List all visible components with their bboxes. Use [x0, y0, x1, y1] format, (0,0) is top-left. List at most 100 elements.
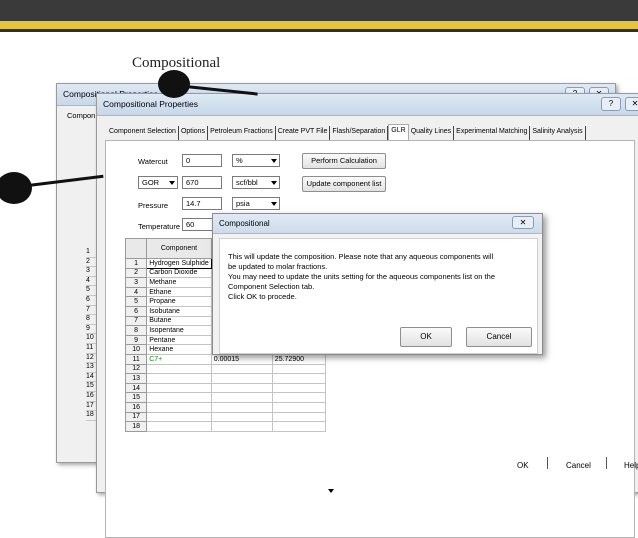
- value-cell[interactable]: [271, 382, 327, 394]
- tab-create-pvt-file[interactable]: Create PVT File: [276, 126, 331, 140]
- fraction-cell[interactable]: [210, 392, 273, 403]
- help-footer-button[interactable]: Help: [624, 461, 638, 470]
- component-name-cell[interactable]: [146, 373, 212, 384]
- row-number-cell: 3: [124, 277, 148, 288]
- window-title: Compositional Properties: [103, 99, 198, 109]
- component-name-cell[interactable]: Hexane: [146, 344, 212, 355]
- component-name-cell[interactable]: Propane: [146, 296, 212, 307]
- gor-unit-select[interactable]: scf/bbl: [232, 176, 280, 189]
- value-cell[interactable]: [271, 363, 327, 375]
- tab-quality-lines[interactable]: Quality Lines: [409, 126, 455, 140]
- tab-component-selection[interactable]: Component Selection: [107, 126, 179, 140]
- dialog-message-line: You may need to update the units setting…: [228, 272, 495, 281]
- tab-salinity-analysis[interactable]: Salinity Analysis: [530, 126, 586, 140]
- value-cell[interactable]: [271, 373, 327, 384]
- pressure-unit-select[interactable]: psia: [232, 197, 280, 210]
- component-name-cell[interactable]: Ethane: [146, 286, 212, 298]
- tab-flash-separation[interactable]: Flash/Separation: [330, 126, 389, 140]
- table-row[interactable]: 14: [124, 382, 327, 394]
- row-number-cell: 17: [124, 411, 148, 423]
- row-number-cell: 9: [124, 334, 148, 346]
- component-name-cell[interactable]: [146, 363, 212, 375]
- component-header: Component: [146, 238, 212, 259]
- row-number-cell: 12: [124, 363, 148, 375]
- perform-calculation-button[interactable]: Perform Calculation: [302, 153, 386, 169]
- fraction-cell[interactable]: [210, 363, 273, 375]
- dialog-ok-button[interactable]: OK: [400, 327, 452, 347]
- fraction-cell[interactable]: [210, 373, 273, 384]
- pressure-input[interactable]: 14.7: [182, 197, 222, 210]
- fraction-cell[interactable]: [210, 382, 273, 394]
- watercut-unit-select[interactable]: %: [232, 154, 280, 167]
- chevron-down-icon: [271, 202, 277, 206]
- dialog-title: Compositional: [219, 219, 270, 228]
- dialog-titlebar: Compositional ✕: [213, 214, 542, 234]
- fraction-cell[interactable]: [210, 401, 273, 413]
- fraction-cell[interactable]: [210, 421, 273, 432]
- callout-dot-left: [0, 172, 32, 204]
- table-row[interactable]: 18: [124, 421, 327, 432]
- cancel-button[interactable]: Cancel: [566, 461, 591, 470]
- table-row[interactable]: 17: [124, 411, 327, 423]
- table-row[interactable]: 13: [124, 373, 327, 384]
- value-cell[interactable]: [271, 421, 327, 432]
- table-row[interactable]: 12: [124, 363, 327, 375]
- gor-type-select[interactable]: GOR: [138, 176, 178, 189]
- value-cell[interactable]: [271, 401, 327, 413]
- fraction-cell[interactable]: 0.00015: [210, 353, 273, 365]
- row-number-cell: 4: [124, 286, 148, 298]
- row-number-cell: 6: [124, 305, 148, 317]
- component-name-cell[interactable]: Isopentane: [146, 325, 212, 336]
- table-scroll-down-icon[interactable]: [328, 489, 334, 493]
- component-name-cell[interactable]: [146, 382, 212, 394]
- table-row[interactable]: 15: [124, 392, 327, 403]
- component-name-cell[interactable]: Methane: [146, 277, 212, 288]
- dialog-close-button[interactable]: ✕: [512, 216, 534, 229]
- watercut-input[interactable]: 0: [182, 154, 222, 167]
- tab-bar: Component Selection Options Petroleum Frac…: [107, 124, 586, 140]
- row-number-cell: 2: [124, 267, 148, 279]
- component-name-cell[interactable]: [146, 411, 212, 423]
- tab-petroleum-fractions[interactable]: Petroleum Fractions: [208, 126, 276, 140]
- chevron-down-icon: [271, 159, 277, 163]
- tab-experimental-matching[interactable]: Experimental Matching: [454, 126, 531, 140]
- tab-options[interactable]: Options: [179, 126, 209, 140]
- update-component-list-button[interactable]: Update component list: [302, 176, 386, 192]
- component-name-cell[interactable]: Isobutane: [146, 305, 212, 317]
- value-cell[interactable]: [271, 411, 327, 423]
- table-row[interactable]: 11 C7+ 0.00015 25.72900: [124, 353, 327, 365]
- value-cell[interactable]: 25.72900: [271, 353, 327, 365]
- dialog-cancel-button[interactable]: Cancel: [466, 327, 532, 347]
- footer-divider: [606, 457, 607, 469]
- row-number-cell: 15: [124, 392, 148, 403]
- pressure-label: Pressure: [138, 201, 169, 210]
- dialog-message-line: This will update the composition. Please…: [228, 252, 494, 261]
- row-number-cell: 8: [124, 325, 148, 336]
- table-row[interactable]: 16: [124, 401, 327, 413]
- component-name-cell[interactable]: Pentane: [146, 334, 212, 346]
- watercut-label: Watercut: [138, 157, 168, 166]
- component-name-cell[interactable]: [146, 421, 212, 432]
- component-name-cell[interactable]: Hydrogen Sulphide: [146, 258, 212, 269]
- row-number-cell: 10: [124, 344, 148, 355]
- row-number-cell: 16: [124, 401, 148, 413]
- back-tab-fragment[interactable]: Compon: [67, 111, 95, 120]
- component-name-cell[interactable]: Carbon Dioxide: [146, 267, 212, 279]
- slide-top-bar: [0, 0, 638, 21]
- close-button[interactable]: ✕: [625, 97, 638, 111]
- component-name-cell[interactable]: [146, 401, 212, 413]
- value-cell[interactable]: [271, 392, 327, 403]
- gor-input[interactable]: 670: [182, 176, 222, 189]
- corner-cell: [124, 238, 148, 259]
- component-name-cell[interactable]: C7+: [146, 353, 212, 365]
- temperature-input[interactable]: 60: [182, 218, 214, 231]
- component-name-cell[interactable]: [146, 392, 212, 403]
- help-button[interactable]: ?: [601, 97, 621, 111]
- component-name-cell[interactable]: Butane: [146, 315, 212, 327]
- tab-glr[interactable]: GLR: [388, 124, 409, 140]
- ok-button[interactable]: OK: [517, 461, 529, 470]
- dialog-body: This will update the composition. Please…: [219, 238, 538, 354]
- row-number-cell: 7: [124, 315, 148, 327]
- chevron-down-icon: [169, 181, 175, 185]
- fraction-cell[interactable]: [210, 411, 273, 423]
